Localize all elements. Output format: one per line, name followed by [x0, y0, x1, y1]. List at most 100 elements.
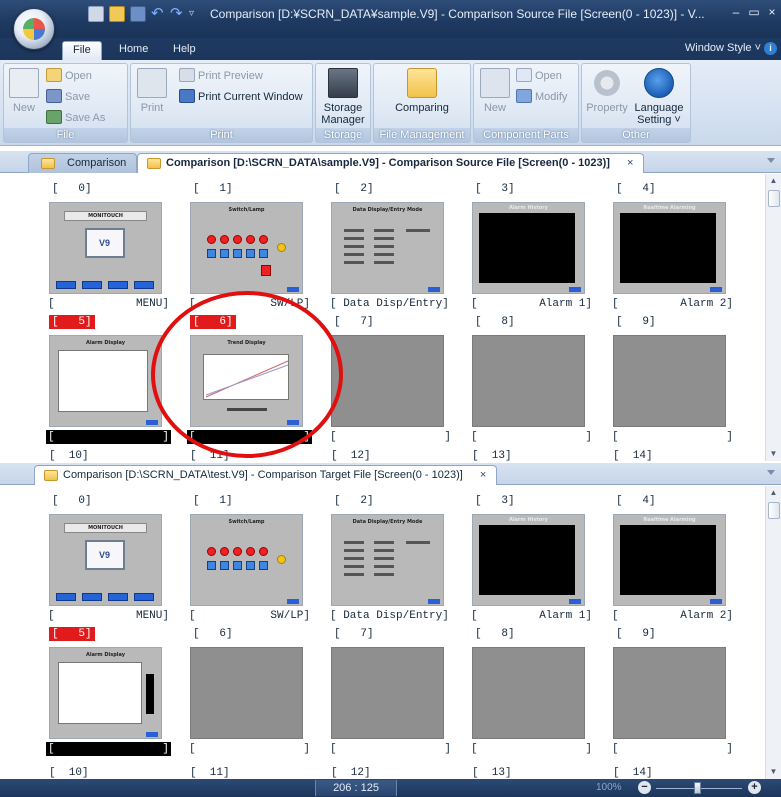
screen-cell-5[interactable]: [ 5] Alarm Display []	[46, 627, 176, 762]
tab-close-button[interactable]: ×	[480, 469, 486, 481]
nav-button	[287, 287, 299, 292]
screen-thumbnail[interactable]: Alarm Display	[49, 647, 162, 739]
screen-cell-8[interactable]: [ 8] []	[469, 627, 599, 762]
folder-icon	[44, 470, 58, 481]
trend-controls	[227, 408, 267, 411]
storage-card-icon	[328, 68, 358, 98]
storage-manager-button[interactable]: Storage Manager	[318, 68, 368, 126]
open-folder-icon[interactable]	[109, 6, 125, 22]
source-vertical-scrollbar[interactable]: ▲ ▼	[765, 174, 781, 461]
target-vertical-scrollbar[interactable]: ▲ ▼	[765, 486, 781, 779]
new-file-icon[interactable]	[88, 6, 104, 22]
customize-qat-icon[interactable]: ▿	[189, 6, 199, 22]
property-button[interactable]: Property	[585, 68, 629, 114]
screen-cell-9[interactable]: [ 9] []	[610, 315, 740, 450]
new-part-button[interactable]: New	[480, 68, 510, 114]
tab-file[interactable]: File	[62, 41, 102, 60]
screen-thumbnail[interactable]: Alarm Display	[49, 335, 162, 427]
screen-thumbnail-empty[interactable]	[472, 335, 585, 427]
screen-cell-3[interactable]: [ 3] Alarm History [Alarm 1]	[469, 182, 599, 317]
screen-cell-7[interactable]: [ 7] []	[328, 627, 458, 762]
screen-thumbnail-empty[interactable]	[190, 647, 303, 739]
screen-thumbnail[interactable]: Data Display/Entry Mode	[331, 202, 444, 294]
screen-thumbnail[interactable]: Switch/Lamp	[190, 514, 303, 606]
screen-thumbnail[interactable]: Alarm History	[472, 514, 585, 606]
scroll-down-icon[interactable]: ▼	[766, 765, 781, 779]
screen-cell-2[interactable]: [ 2] Data Display/Entry Mode [ Data Disp…	[328, 182, 458, 317]
modify-part-button[interactable]: Modify	[516, 88, 567, 106]
close-icon[interactable]: ×	[765, 5, 779, 19]
scroll-up-icon[interactable]: ▲	[766, 174, 781, 188]
switch-icon	[259, 561, 268, 570]
thumbnail-title: Switch/Lamp	[228, 519, 265, 525]
print-preview-button[interactable]: Print Preview	[179, 67, 263, 85]
data-field	[344, 245, 364, 248]
screen-cell-1[interactable]: [ 1] Switch/Lamp [SW/LP]	[187, 494, 317, 629]
v9-image	[85, 228, 125, 258]
menu-button	[82, 593, 102, 601]
pane-menu-arrow-icon[interactable]	[767, 158, 775, 163]
screen-cell-7[interactable]: [ 7] []	[328, 315, 458, 450]
application-menu-button[interactable]	[13, 8, 55, 50]
screen-cell-6[interactable]: [ 6] []	[187, 627, 317, 762]
open-part-button[interactable]: Open	[516, 67, 562, 85]
print-button[interactable]: Print	[137, 68, 167, 114]
screen-thumbnail[interactable]: Switch/Lamp	[190, 202, 303, 294]
zoom-slider-thumb[interactable]	[694, 782, 701, 794]
screen-thumbnail-empty[interactable]	[472, 647, 585, 739]
tab-comparison[interactable]: Comparison	[28, 153, 138, 173]
zoom-out-button[interactable]: −	[638, 781, 651, 794]
screen-thumbnail[interactable]: Alarm History	[472, 202, 585, 294]
tab-close-button[interactable]: ×	[627, 157, 633, 169]
open-button[interactable]: Open	[46, 67, 92, 85]
tab-help[interactable]: Help	[163, 41, 206, 60]
screen-name: [ Data Disp/Entry]	[330, 298, 449, 310]
print-current-window-button[interactable]: Print Current Window	[179, 88, 303, 106]
screen-cell-0[interactable]: [ 0] MONITOUCH [MENU]	[46, 494, 176, 629]
screen-cell-4[interactable]: [ 4] Realtime Alarming [Alarm 2]	[610, 494, 740, 629]
minimize-icon[interactable]: –	[729, 5, 743, 19]
screen-thumbnail[interactable]: Realtime Alarming	[613, 514, 726, 606]
comparing-button[interactable]: Comparing	[388, 68, 456, 114]
new-button[interactable]: New	[9, 68, 39, 114]
screen-thumbnail[interactable]: Data Display/Entry Mode	[331, 514, 444, 606]
undo-icon[interactable]: ↶	[151, 6, 165, 22]
screen-cell-2[interactable]: [ 2] Data Display/Entry Mode [ Data Disp…	[328, 494, 458, 629]
tab-comparison-source[interactable]: Comparison [D:\SCRN_DATA\sample.V9] - Co…	[137, 153, 645, 173]
tab-comparison-target[interactable]: Comparison [D:\SCRN_DATA\test.V9] - Comp…	[34, 465, 498, 485]
restore-icon[interactable]: ▭	[747, 5, 761, 19]
screen-cell-5[interactable]: [ 5] Alarm Display []	[46, 315, 176, 450]
screen-thumbnail-empty[interactable]	[331, 335, 444, 427]
pane-menu-arrow-icon[interactable]	[767, 470, 775, 475]
scroll-thumb[interactable]	[768, 502, 780, 519]
tab-home[interactable]: Home	[109, 41, 158, 60]
switch-icon	[207, 561, 216, 570]
screen-cell-9[interactable]: [ 9] []	[610, 627, 740, 762]
screen-cell-0[interactable]: [ 0] MONITOUCH [MENU]	[46, 182, 176, 317]
redo-icon[interactable]: ↷	[170, 6, 184, 22]
screen-cell-3[interactable]: [ 3] Alarm History [Alarm 1]	[469, 494, 599, 629]
screen-cell-6[interactable]: [ 6] Trend Display []	[187, 315, 317, 450]
language-setting-button[interactable]: Language Setting ˅	[630, 68, 688, 126]
window-style-menu[interactable]: Window Style ˅	[685, 42, 761, 54]
screen-thumbnail[interactable]: MONITOUCH	[49, 514, 162, 606]
save-as-button[interactable]: Save As	[46, 109, 105, 127]
screen-cell-4[interactable]: [ 4] Realtime Alarming [Alarm 2]	[610, 182, 740, 317]
save-button[interactable]: Save	[46, 88, 90, 106]
screen-thumbnail-empty[interactable]	[613, 647, 726, 739]
scroll-up-icon[interactable]: ▲	[766, 486, 781, 500]
screen-thumbnail-empty[interactable]	[331, 647, 444, 739]
screen-thumbnail[interactable]: MONITOUCH	[49, 202, 162, 294]
scroll-down-icon[interactable]: ▼	[766, 447, 781, 461]
screen-name: []	[612, 431, 733, 443]
screen-thumbnail[interactable]: Trend Display	[190, 335, 303, 427]
screen-cell-1[interactable]: [ 1] Switch/Lamp [SW/LP]	[187, 182, 317, 317]
zoom-in-button[interactable]: +	[748, 781, 761, 794]
scroll-thumb[interactable]	[768, 190, 780, 207]
help-icon[interactable]: i	[764, 42, 777, 55]
screen-thumbnail[interactable]: Realtime Alarming	[613, 202, 726, 294]
save-icon[interactable]	[130, 6, 146, 22]
nav-button	[569, 287, 581, 292]
screen-cell-8[interactable]: [ 8] []	[469, 315, 599, 450]
screen-thumbnail-empty[interactable]	[613, 335, 726, 427]
